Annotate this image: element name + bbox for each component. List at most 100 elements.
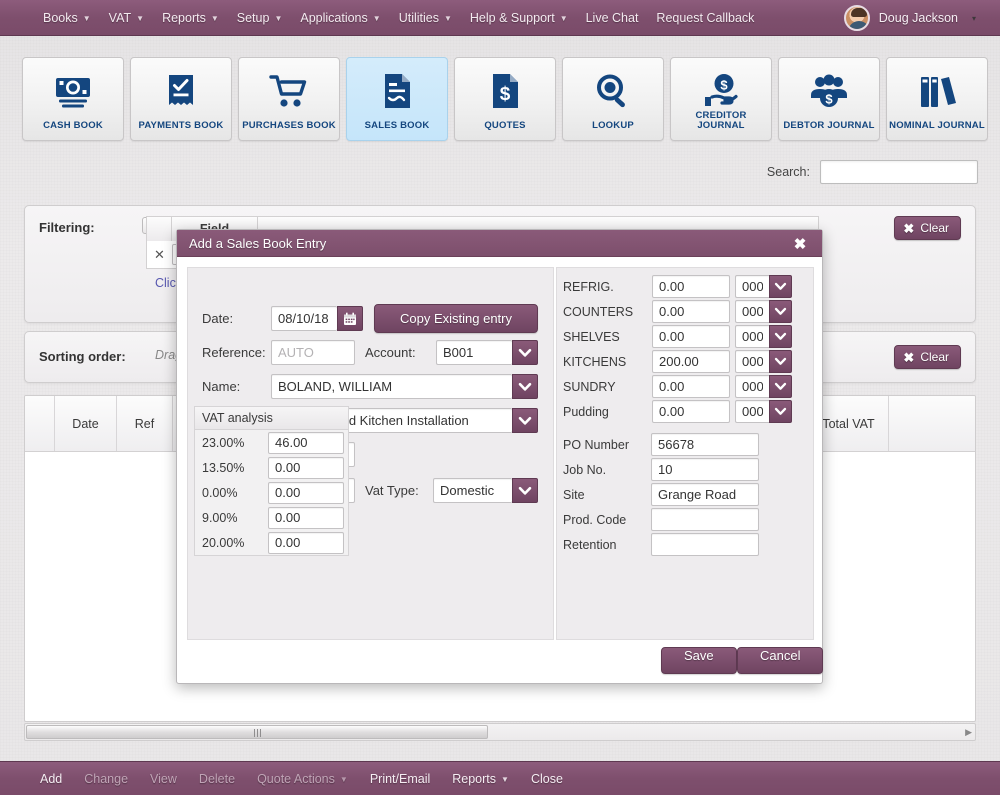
nominal-amount-input[interactable] (652, 325, 730, 348)
topnav-item-request-callback[interactable]: Request Callback (647, 7, 763, 29)
chevron-down-icon[interactable] (769, 325, 792, 348)
meta-value-input[interactable] (651, 508, 759, 531)
toolbar-button-quotes[interactable]: $QUOTES (454, 57, 556, 141)
date-input[interactable] (271, 306, 337, 331)
nominal-amount-input[interactable] (652, 400, 730, 423)
topnav-item-utilities[interactable]: Utilities▼ (390, 7, 461, 29)
toolbar-button-cash-book[interactable]: CASH BOOK (22, 57, 124, 141)
account-input[interactable] (436, 340, 512, 365)
nominal-amount-input[interactable] (652, 375, 730, 398)
user-name-label[interactable]: Doug Jackson (879, 11, 958, 25)
toolbar-button-purchases-book[interactable]: PURCHASES BOOK (238, 57, 340, 141)
calendar-icon[interactable] (337, 306, 363, 331)
vat-amount-input[interactable] (268, 432, 344, 454)
vat-analysis-row: 23.00% (195, 430, 348, 455)
topnav-item-setup[interactable]: Setup▼ (228, 7, 292, 29)
user-area[interactable]: Doug Jackson ▾ (844, 0, 976, 36)
vat-amount-input[interactable] (268, 482, 344, 504)
meta-value-input[interactable] (651, 483, 759, 506)
chevron-down-icon[interactable] (769, 400, 792, 423)
topnav-item-label: Books (43, 11, 78, 25)
toolbar-button-sales-book[interactable]: SALES BOOK (346, 57, 448, 141)
toolbar-button-nominal-journal[interactable]: NOMINAL JOURNAL (886, 57, 988, 141)
vat-amount-input[interactable] (268, 457, 344, 479)
meta-row: Site (563, 482, 759, 507)
top-navigation-bar: Books▼VAT▼Reports▼Setup▼Applications▼Uti… (0, 0, 1000, 36)
chevron-right-icon[interactable]: ▶ (965, 727, 972, 738)
nominal-code-input[interactable] (735, 275, 769, 298)
nominal-code-input[interactable] (735, 350, 769, 373)
grid-column-header[interactable]: Date (55, 396, 117, 451)
chevron-down-icon[interactable] (769, 350, 792, 373)
search-input[interactable] (820, 160, 978, 184)
vat-type-input[interactable] (433, 478, 512, 503)
chevron-down-icon[interactable] (512, 478, 538, 503)
entry-right-pane: REFRIG.COUNTERSSHELVESKITCHENSSUNDRYPudd… (556, 267, 814, 640)
name-field-group (271, 374, 538, 399)
account-label: Account: (365, 345, 416, 360)
copy-existing-entry-button[interactable]: Copy Existing entry (374, 304, 538, 333)
add-sales-book-entry-dialog: Add a Sales Book Entry ✖ Date: Copy Exis… (176, 229, 823, 684)
nominal-amount-input[interactable] (652, 300, 730, 323)
chevron-down-icon[interactable] (769, 375, 792, 398)
filtering-label: Filtering: (39, 220, 95, 235)
chevron-down-icon[interactable] (512, 408, 538, 433)
top-menu: Books▼VAT▼Reports▼Setup▼Applications▼Uti… (34, 7, 763, 29)
name-label: Name: (202, 379, 240, 394)
bottombar-item-print-email[interactable]: Print/Email (360, 768, 440, 790)
reference-input[interactable] (271, 340, 355, 365)
meta-value-input[interactable] (651, 533, 759, 556)
vat-analysis-rows: 23.00%13.50%0.00%9.00%20.00% (195, 430, 348, 555)
scrollbar-thumb[interactable] (26, 725, 488, 739)
toolbar-button-label: QUOTES (484, 121, 525, 131)
horizontal-scrollbar[interactable]: ▶ (24, 723, 976, 741)
nominal-code-input[interactable] (735, 325, 769, 348)
name-input[interactable] (271, 374, 512, 399)
filter-clear-button[interactable]: ✖ Clear (894, 216, 961, 240)
toolbar-button-debtor-journal[interactable]: $DEBTOR JOURNAL (778, 57, 880, 141)
topnav-item-vat[interactable]: VAT▼ (100, 7, 153, 29)
account-field-group (436, 340, 538, 365)
meta-value-input[interactable] (651, 458, 759, 481)
toolbar-button-lookup[interactable]: LOOKUP (562, 57, 664, 141)
toolbar-button-payments-book[interactable]: PAYMENTS BOOK (130, 57, 232, 141)
bottombar-item-change: Change (74, 768, 138, 790)
toolbar-button-creditor-journal[interactable]: $CREDITOR JOURNAL (670, 57, 772, 141)
bottombar-item-close[interactable]: Close (521, 768, 573, 790)
grid-column-header[interactable] (25, 396, 55, 451)
close-x-icon[interactable]: ✖ (778, 230, 822, 257)
chevron-down-icon[interactable] (769, 275, 792, 298)
chevron-down-icon[interactable] (512, 374, 538, 399)
bottombar-item-reports[interactable]: Reports▼ (442, 768, 519, 790)
chevron-down-icon[interactable] (769, 300, 792, 323)
x-icon: ✖ (903, 351, 914, 364)
nominal-code-input[interactable] (735, 300, 769, 323)
chevron-down-icon[interactable] (512, 340, 538, 365)
nominal-code-input[interactable] (735, 400, 769, 423)
vat-rate-label: 0.00% (202, 486, 262, 500)
vat-amount-input[interactable] (268, 507, 344, 529)
cash-banknote-icon (53, 71, 93, 111)
topnav-item-reports[interactable]: Reports▼ (153, 7, 228, 29)
cancel-button[interactable]: Cancel (737, 647, 823, 674)
nominal-amount-input[interactable] (652, 350, 730, 373)
remove-x-icon[interactable]: ✕ (147, 247, 172, 263)
grid-column-header[interactable]: Ref (117, 396, 173, 451)
nominal-amount-input[interactable] (652, 275, 730, 298)
vat-analysis-table: VAT analysis 23.00%13.50%0.00%9.00%20.00… (194, 406, 349, 556)
topnav-item-applications[interactable]: Applications▼ (291, 7, 389, 29)
sorting-clear-button[interactable]: ✖ Clear (894, 345, 961, 369)
bottombar-item-add[interactable]: Add (30, 768, 72, 790)
filter-col-blank (147, 217, 172, 241)
nominal-code-input[interactable] (735, 375, 769, 398)
vat-amount-input[interactable] (268, 532, 344, 554)
dialog-title: Add a Sales Book Entry (189, 236, 326, 251)
save-button[interactable]: Save (661, 647, 737, 674)
bottombar-item-label: Change (84, 772, 128, 786)
topnav-item-help-support[interactable]: Help & Support▼ (461, 7, 577, 29)
chevron-down-icon[interactable]: ▾ (972, 14, 976, 23)
topnav-item-books[interactable]: Books▼ (34, 7, 100, 29)
toolbar-button-label: PURCHASES BOOK (242, 121, 336, 131)
meta-value-input[interactable] (651, 433, 759, 456)
topnav-item-live-chat[interactable]: Live Chat (577, 7, 648, 29)
